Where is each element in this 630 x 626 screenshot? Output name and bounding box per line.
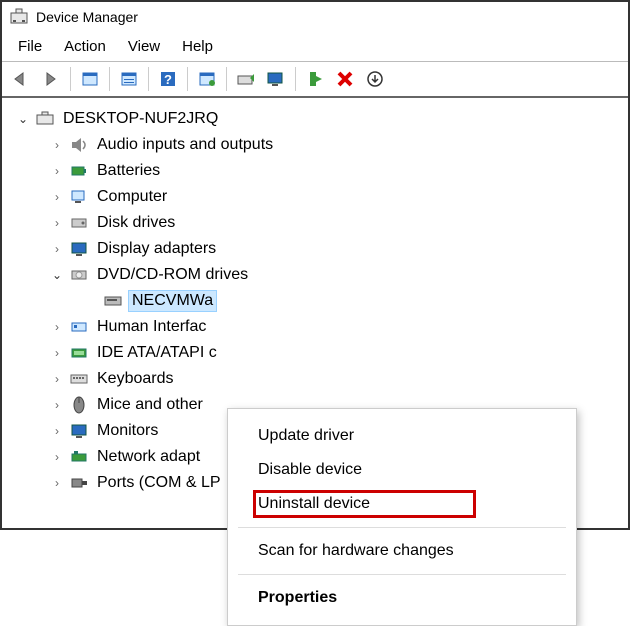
window-title: Device Manager — [36, 9, 138, 25]
menu-file[interactable]: File — [8, 34, 52, 59]
expand-icon[interactable]: › — [50, 242, 64, 256]
context-menu: Update driver Disable device Uninstall d… — [227, 408, 577, 626]
titlebar: Device Manager — [2, 2, 628, 32]
expand-icon[interactable]: › — [50, 138, 64, 152]
menu-help[interactable]: Help — [172, 34, 223, 59]
ctx-label: Disable device — [258, 461, 362, 478]
node-label: Human Interfac — [94, 317, 209, 337]
scan-button[interactable] — [192, 65, 222, 93]
ctx-label: Update driver — [258, 427, 354, 444]
tree-root[interactable]: ⌄ DESKTOP-NUF2JRQ — [6, 106, 624, 132]
keyboard-icon — [68, 370, 90, 388]
menu-view[interactable]: View — [118, 34, 170, 59]
device-manager-icon — [10, 8, 28, 26]
toolbar-vsep — [148, 67, 149, 91]
device-tree[interactable]: ⌄ DESKTOP-NUF2JRQ › Audio inputs and outp… — [2, 98, 628, 504]
ctx-disable-device[interactable]: Disable device — [228, 453, 576, 487]
node-label: IDE ATA/ATAPI c — [94, 343, 220, 363]
node-label: Ports (COM & LP — [94, 473, 224, 493]
mouse-icon — [68, 396, 90, 414]
expand-icon[interactable]: › — [50, 216, 64, 230]
computer-root-icon — [34, 110, 56, 128]
view-button[interactable] — [75, 65, 105, 93]
forward-button[interactable] — [36, 65, 66, 93]
port-icon — [68, 474, 90, 492]
speaker-icon — [68, 136, 90, 154]
battery-icon — [68, 162, 90, 180]
expand-icon[interactable]: › — [50, 476, 64, 490]
network-icon — [68, 448, 90, 466]
expand-icon[interactable]: › — [50, 424, 64, 438]
tree-node[interactable]: › Batteries — [6, 158, 624, 184]
display-icon — [68, 240, 90, 258]
node-label: NECVMWa — [128, 290, 217, 312]
expand-icon[interactable]: › — [50, 164, 64, 178]
node-label: Disk drives — [94, 213, 178, 233]
ctx-scan-hardware[interactable]: Scan for hardware changes — [228, 534, 576, 568]
node-label: Audio inputs and outputs — [94, 135, 276, 155]
tree-node[interactable]: › Human Interfac — [6, 314, 624, 340]
expand-icon[interactable]: › — [50, 450, 64, 464]
tree-leaf-selected[interactable]: NECVMWa — [6, 288, 624, 314]
ctx-properties[interactable]: Properties — [228, 581, 576, 615]
node-label: Keyboards — [94, 369, 177, 389]
menu-action[interactable]: Action — [54, 34, 116, 59]
dvd-device-icon — [102, 292, 124, 310]
collapse-icon[interactable]: ⌄ — [50, 268, 64, 282]
monitor-icon — [68, 422, 90, 440]
toolbar-vsep — [187, 67, 188, 91]
back-button[interactable] — [6, 65, 36, 93]
tree-node[interactable]: › Display adapters — [6, 236, 624, 262]
toolbar: ? — [2, 62, 628, 98]
ctx-separator — [238, 527, 566, 528]
menubar: File Action View Help — [2, 32, 628, 61]
ctx-label: Scan for hardware changes — [258, 542, 454, 559]
node-label: Batteries — [94, 161, 163, 181]
ide-icon — [68, 344, 90, 362]
expand-icon[interactable]: › — [50, 398, 64, 412]
ctx-update-driver[interactable]: Update driver — [228, 419, 576, 453]
ctx-uninstall-device[interactable]: Uninstall device — [228, 487, 576, 521]
dvd-icon — [68, 266, 90, 284]
node-label: Monitors — [94, 421, 161, 441]
node-label: Display adapters — [94, 239, 219, 259]
root-label: DESKTOP-NUF2JRQ — [60, 109, 221, 129]
node-label: Computer — [94, 187, 170, 207]
node-label: Mice and other — [94, 395, 206, 415]
toolbar-vsep — [70, 67, 71, 91]
tree-node[interactable]: › Computer — [6, 184, 624, 210]
enable-button[interactable] — [300, 65, 330, 93]
expand-icon[interactable]: › — [50, 320, 64, 334]
computer-icon — [68, 188, 90, 206]
delete-button[interactable] — [330, 65, 360, 93]
tree-node[interactable]: ⌄ DVD/CD-ROM drives — [6, 262, 624, 288]
help-button[interactable]: ? — [153, 65, 183, 93]
hid-icon — [68, 318, 90, 336]
uninstall-monitor-button[interactable] — [261, 65, 291, 93]
tree-node[interactable]: › Keyboards — [6, 366, 624, 392]
eject-button[interactable] — [360, 65, 390, 93]
toolbar-vsep — [226, 67, 227, 91]
disk-icon — [68, 214, 90, 232]
ctx-separator — [238, 574, 566, 575]
svg-text:?: ? — [164, 72, 172, 87]
tree-node[interactable]: › Audio inputs and outputs — [6, 132, 624, 158]
tree-node[interactable]: › Disk drives — [6, 210, 624, 236]
expand-icon[interactable]: › — [50, 190, 64, 204]
ctx-label: Uninstall device — [258, 495, 370, 512]
toolbar-vsep — [295, 67, 296, 91]
toolbar-vsep — [109, 67, 110, 91]
expand-icon[interactable]: › — [50, 372, 64, 386]
expand-icon[interactable]: › — [50, 346, 64, 360]
properties-button[interactable] — [114, 65, 144, 93]
tree-node[interactable]: › IDE ATA/ATAPI c — [6, 340, 624, 366]
update-driver-button[interactable] — [231, 65, 261, 93]
ctx-label: Properties — [258, 589, 337, 606]
expand-icon[interactable]: ⌄ — [16, 112, 30, 126]
node-label: DVD/CD-ROM drives — [94, 265, 251, 285]
node-label: Network adapt — [94, 447, 203, 467]
